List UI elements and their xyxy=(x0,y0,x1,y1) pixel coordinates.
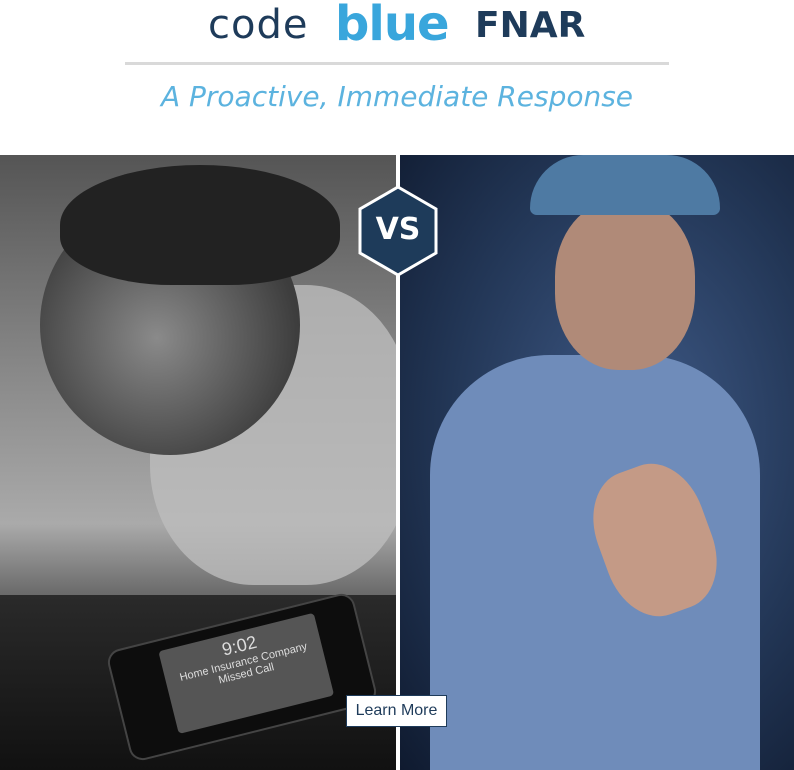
learn-more-button[interactable]: Learn More xyxy=(346,695,447,727)
logo-fnar-text: FNAR xyxy=(475,5,586,46)
divider-rule xyxy=(125,62,669,65)
logo-code-text: code xyxy=(208,2,309,48)
vs-text: VS xyxy=(375,212,421,247)
hair xyxy=(60,165,340,285)
vs-badge: VS xyxy=(357,185,439,277)
right-panel-image xyxy=(400,155,794,770)
logo-blue-text: blue xyxy=(335,0,450,52)
face xyxy=(555,200,695,370)
left-panel-image: 9:02 Home Insurance Company Missed Call xyxy=(0,155,396,770)
hard-hat xyxy=(530,155,720,215)
tagline: A Proactive, Immediate Response xyxy=(160,80,634,113)
logo: code blue FNAR xyxy=(0,0,794,52)
